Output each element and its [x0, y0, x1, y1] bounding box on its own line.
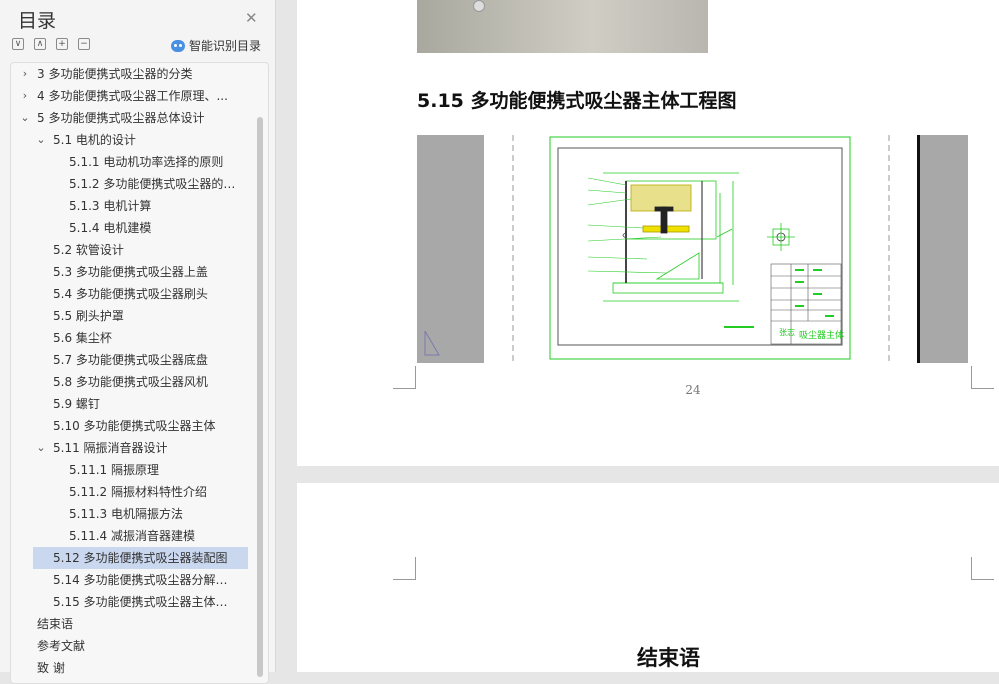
toc-item[interactable]: 5.1.3 电机计算 — [11, 195, 251, 217]
toc-item[interactable]: ⌄ 5.1 电机的设计 — [11, 129, 251, 151]
toc-item-label: 5.3 多功能便携式吸尘器上盖 — [53, 265, 208, 279]
drawing-title-block-text: 吸尘器主体 — [799, 329, 844, 341]
smart-toc-label: 智能识别目录 — [189, 39, 262, 53]
remove-heading-button[interactable]: − — [78, 38, 90, 50]
toc-item[interactable]: 5.1.1 电动机功率选择的原则 — [11, 151, 251, 173]
page-corner-mark — [971, 557, 994, 580]
toc-item[interactable]: 5.2 软管设计 — [11, 239, 251, 261]
toc-item[interactable]: 5.6 集尘杯 — [11, 327, 251, 349]
toc-item-label: 参考文献 — [37, 639, 86, 653]
chapter-heading: 结束语 — [637, 645, 700, 670]
smart-toc-button[interactable]: 智能识别目录 — [171, 37, 261, 54]
toc-item[interactable]: 结束语 — [11, 613, 251, 635]
toc-item[interactable]: 5.11.2 隔振材料特性介绍 — [11, 481, 251, 503]
toc-item-label: 3 多功能便携式吸尘器的分类 — [37, 67, 193, 81]
close-icon[interactable]: ✕ — [245, 9, 258, 27]
toc-item-label: 致 谢 — [37, 661, 65, 675]
toc-item[interactable]: › 3 多功能便携式吸尘器的分类 — [11, 63, 251, 85]
previous-figure-image — [417, 0, 708, 53]
chevron-right-icon[interactable]: › — [19, 85, 31, 107]
toc-item-label: 5.1 电机的设计 — [53, 133, 136, 147]
page-corner-mark — [971, 366, 994, 389]
toc-item-label: 5.1.1 电动机功率选择的原则 — [69, 155, 224, 169]
toc-item[interactable]: › 4 多功能便携式吸尘器工作原理、... — [11, 85, 251, 107]
toc-item-label: 5.11 隔振消音器设计 — [53, 441, 168, 455]
chevron-right-icon[interactable]: › — [19, 63, 31, 85]
toc-item-label: 结束语 — [37, 617, 74, 631]
toc-item-label: 5.11.2 隔振材料特性介绍 — [69, 485, 207, 499]
toc-scrollbar[interactable] — [257, 117, 263, 677]
toc-item[interactable]: 5.11.1 隔振原理 — [11, 459, 251, 481]
toc-item[interactable]: 5.15 多功能便携式吸尘器主体工 ... — [11, 591, 251, 613]
toc-item[interactable]: ⌄ 5 多功能便携式吸尘器总体设计 — [11, 107, 251, 129]
toc-item[interactable]: 参考文献 — [11, 635, 251, 657]
drawing-right-shade — [917, 135, 968, 363]
toc-item-label: 5.1.2 多功能便携式吸尘器的 ... — [69, 177, 237, 191]
toc-item[interactable]: 5.8 多功能便携式吸尘器风机 — [11, 371, 251, 393]
chevron-down-icon[interactable]: ⌄ — [35, 129, 47, 151]
toc-item[interactable]: 5.1.2 多功能便携式吸尘器的 ... — [11, 173, 251, 195]
toc-item-label: 5.9 螺钉 — [53, 397, 100, 411]
document-page-next: 结束语 — [297, 483, 999, 672]
sidebar-title: 目录 — [18, 10, 57, 32]
page-number: 24 — [685, 383, 701, 397]
expand-up-button[interactable]: ∧ — [34, 38, 46, 50]
toc-item-label: 5.8 多功能便携式吸尘器风机 — [53, 375, 208, 389]
drawing-note: 张志 — [779, 327, 795, 337]
toc-item[interactable]: 5.14 多功能便携式吸尘器分解视 ... — [11, 569, 251, 591]
toc-item-label: 5.15 多功能便携式吸尘器主体工 ... — [53, 595, 237, 609]
drawing-svg: 张志 吸尘器主体 — [417, 135, 968, 363]
collapse-all-button[interactable]: ∨ — [12, 38, 24, 50]
toc-item[interactable]: 5.9 螺钉 — [11, 393, 251, 415]
toc-item-label: 5.4 多功能便携式吸尘器刷头 — [53, 287, 208, 301]
toc-item[interactable]: 5.11.3 电机隔振方法 — [11, 503, 251, 525]
page-corner-mark — [393, 557, 416, 580]
toc-sidebar: 目录 ✕ ∨ ∧ + − 智能识别目录 › 3 多功能便携式吸尘器的分类 › 4 多功… — [0, 0, 276, 684]
document-area: 5.15 多功能便携式吸尘器主体工程图 张志 吸尘器主体 24 结束语 — [276, 0, 999, 672]
toc-toolbar: ∨ ∧ + − — [12, 38, 90, 52]
drawing-left-shade — [417, 135, 484, 363]
toc-item[interactable]: 5.1.4 电机建模 — [11, 217, 251, 239]
toc-item[interactable]: 5.11.4 减振消音器建模 — [11, 525, 251, 547]
toc-item[interactable]: 5.10 多功能便携式吸尘器主体 — [11, 415, 251, 437]
engineering-drawing: 张志 吸尘器主体 — [417, 133, 968, 363]
toc-item-label: 5.14 多功能便携式吸尘器分解视 ... — [53, 573, 237, 587]
page-corner-mark — [393, 366, 416, 389]
toc-item-label: 5.7 多功能便携式吸尘器底盘 — [53, 353, 208, 367]
add-heading-button[interactable]: + — [56, 38, 68, 50]
toc-item-label: 5.11.4 减振消音器建模 — [69, 529, 195, 543]
toc-item-label: 5.6 集尘杯 — [53, 331, 112, 345]
toc-item-label: 5.2 软管设计 — [53, 243, 124, 257]
toc-item-label: 5.1.4 电机建模 — [69, 221, 152, 235]
toc-item-label: 5.10 多功能便携式吸尘器主体 — [53, 419, 216, 433]
chevron-down-icon[interactable]: ⌄ — [35, 437, 47, 459]
toc-item-label: 5.11.3 电机隔振方法 — [69, 507, 183, 521]
smart-ai-icon — [171, 39, 185, 52]
toc-item-label: 5.12 多功能便携式吸尘器装配图 — [53, 551, 228, 565]
toc-item[interactable]: 5.4 多功能便携式吸尘器刷头 — [11, 283, 251, 305]
toc-list: › 3 多功能便携式吸尘器的分类 › 4 多功能便携式吸尘器工作原理、... ⌄ 5 多功… — [10, 62, 269, 684]
section-heading: 5.15 多功能便携式吸尘器主体工程图 — [417, 90, 737, 112]
figure-detail — [473, 0, 485, 12]
toc-item[interactable]: 致 谢 — [11, 657, 251, 679]
toc-item-label: 4 多功能便携式吸尘器工作原理、... — [37, 89, 228, 103]
toc-item[interactable]: 5.5 刷头护罩 — [11, 305, 251, 327]
toc-item-label: 5 多功能便携式吸尘器总体设计 — [37, 111, 205, 125]
toc-item[interactable]: ⌄ 5.11 隔振消音器设计 — [11, 437, 251, 459]
toc-item[interactable]: 5.7 多功能便携式吸尘器底盘 — [11, 349, 251, 371]
document-page: 5.15 多功能便携式吸尘器主体工程图 张志 吸尘器主体 24 — [297, 0, 999, 466]
toc-item-label: 5.11.1 隔振原理 — [69, 463, 159, 477]
chevron-down-icon[interactable]: ⌄ — [19, 107, 31, 129]
toc-item-label: 5.1.3 电机计算 — [69, 199, 152, 213]
toc-item[interactable]: 5.3 多功能便携式吸尘器上盖 — [11, 261, 251, 283]
toc-item-label: 5.5 刷头护罩 — [53, 309, 124, 323]
toc-item[interactable]: 5.12 多功能便携式吸尘器装配图 — [33, 547, 248, 569]
